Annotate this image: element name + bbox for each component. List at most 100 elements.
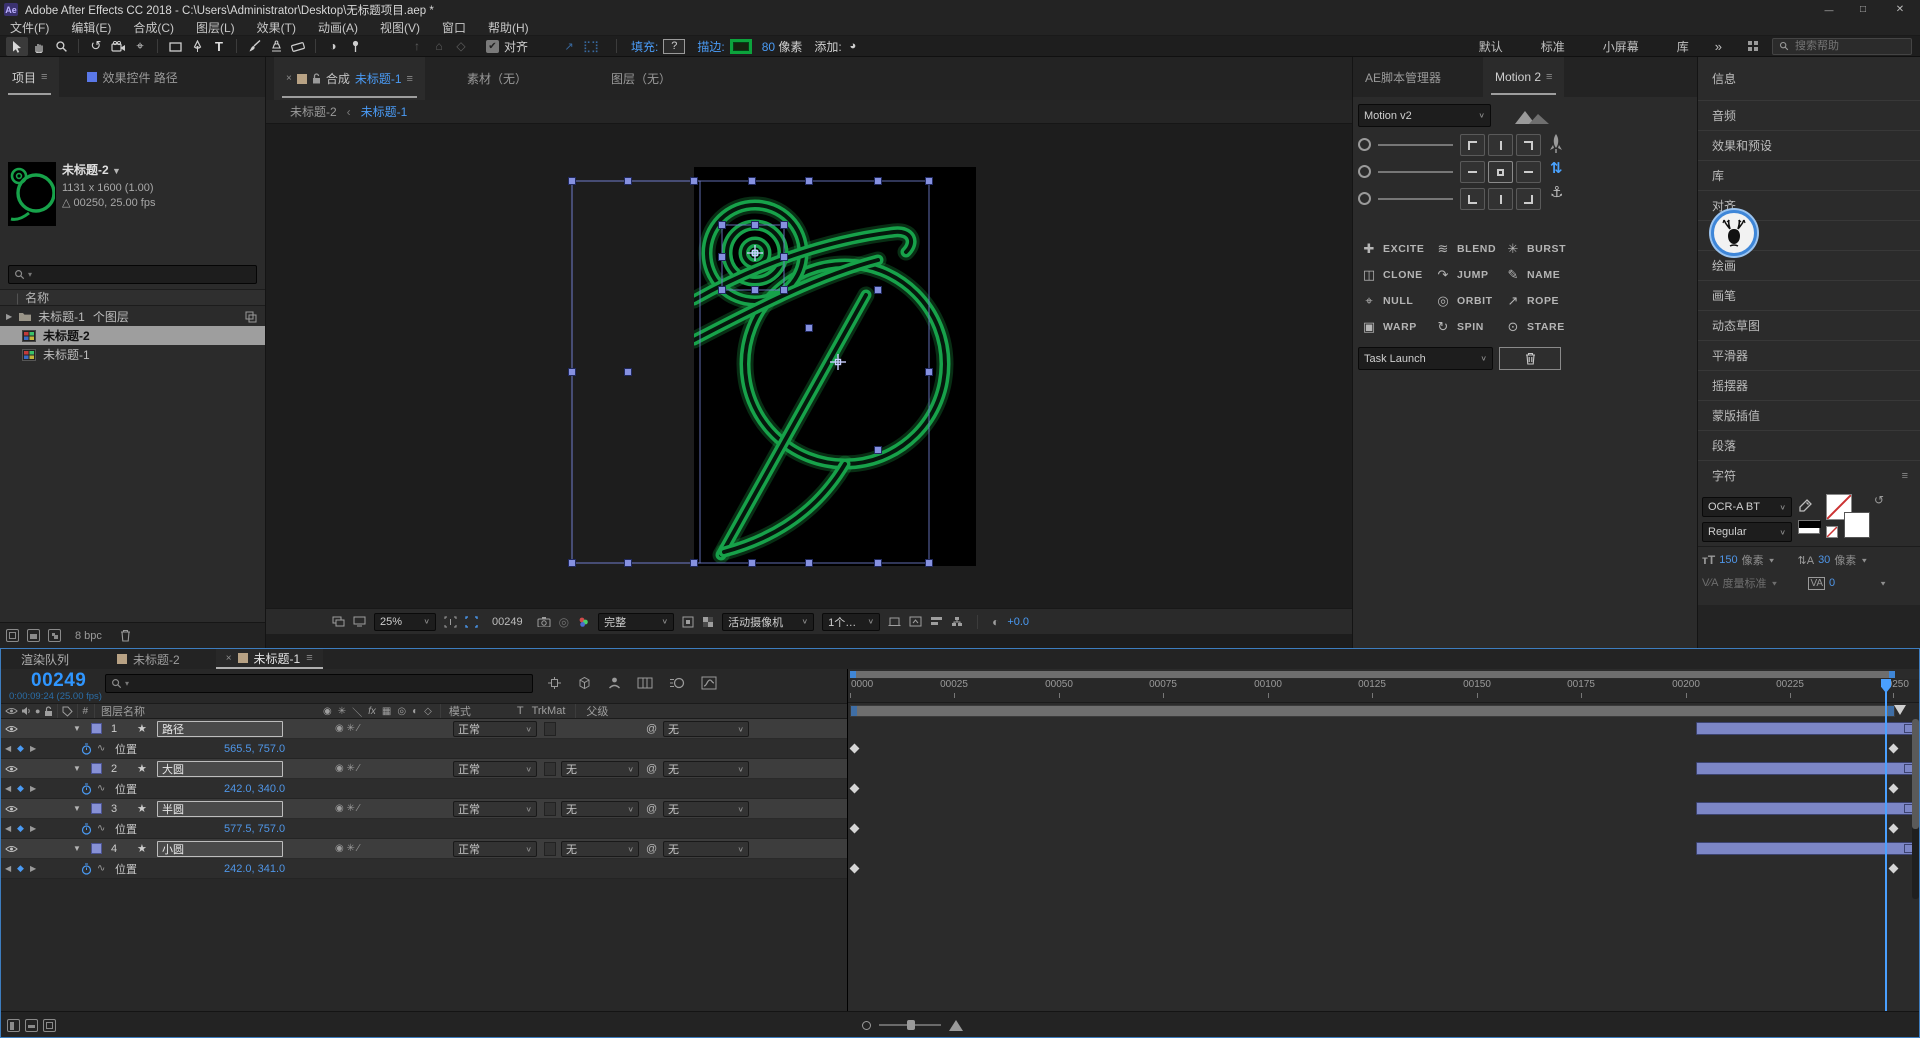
menu-layer[interactable]: 图层(L) bbox=[196, 19, 235, 36]
add-menu-icon[interactable]: ◕ bbox=[842, 37, 864, 56]
graph-icon[interactable]: ∿ bbox=[97, 743, 105, 754]
anchor-bottom-center-button[interactable] bbox=[1488, 188, 1513, 210]
parent-select[interactable]: 无∨ bbox=[663, 761, 749, 777]
warp-button[interactable]: ▣WARP bbox=[1361, 319, 1417, 335]
parent-pickwhip-icon[interactable]: @ bbox=[646, 763, 657, 775]
stroke-swatch[interactable] bbox=[730, 39, 752, 54]
trkmat-select[interactable]: 无∨ bbox=[561, 761, 639, 777]
task-launch-select[interactable]: Task Launch∨ bbox=[1358, 347, 1493, 370]
marquee-icon[interactable]: ⣏⣹ bbox=[580, 37, 602, 56]
burst-button[interactable]: ✳BURST bbox=[1505, 241, 1566, 257]
panel-audio[interactable]: 音频 bbox=[1698, 100, 1920, 130]
layer-row-3[interactable]: ▼ 3 ★ 半圆 ◉ ✳ ∕ 正常∨ 无∨ @ 无∨ bbox=[1, 799, 847, 819]
minimize-button[interactable]: — bbox=[1812, 0, 1846, 19]
property-value[interactable]: 577.5, 757.0 bbox=[224, 823, 285, 835]
excite-button[interactable]: ✚EXCITE bbox=[1361, 241, 1425, 257]
motion-trash-button[interactable] bbox=[1499, 347, 1561, 370]
project-row-comp2-selected[interactable]: 未标题-2 bbox=[0, 326, 265, 345]
always-preview-icon[interactable] bbox=[332, 616, 345, 627]
expander-icon[interactable]: ▼ bbox=[73, 844, 81, 853]
property-value[interactable]: 242.0, 340.0 bbox=[224, 783, 285, 795]
rocket-icon[interactable] bbox=[1549, 133, 1563, 155]
draft3d-icon[interactable] bbox=[577, 676, 592, 690]
breadcrumb-current[interactable]: 未标题-1 bbox=[361, 103, 408, 120]
expander-icon[interactable]: ▼ bbox=[73, 804, 81, 813]
timeline-h-scrollbar[interactable] bbox=[850, 671, 1895, 678]
panel-wiggler[interactable]: 摇摆器 bbox=[1698, 370, 1920, 400]
layer-row-1[interactable]: ▼ 1 ★ 路径 ◉ ✳ ∕ 正常∨ @ 无∨ bbox=[1, 719, 847, 739]
workspace-grid-icon[interactable] bbox=[1742, 37, 1764, 56]
frame-blending-icon[interactable] bbox=[637, 676, 653, 690]
project-row-folder[interactable]: ▶ 未标题-1 个图层 bbox=[0, 307, 265, 326]
tab-footage[interactable]: 素材（无） bbox=[455, 57, 539, 100]
flowchart-icon[interactable] bbox=[951, 616, 963, 627]
bw-swatch[interactable] bbox=[1798, 520, 1820, 534]
expand-inout-icon[interactable] bbox=[43, 1019, 56, 1032]
keyframe-toggle-icon[interactable]: ◆ bbox=[17, 863, 24, 874]
keyframe-toggle-icon[interactable]: ◆ bbox=[17, 823, 24, 834]
parent-pickwhip-icon[interactable]: @ bbox=[646, 803, 657, 815]
keyframe-icon[interactable] bbox=[850, 784, 860, 794]
magnification-select[interactable]: 25%∨ bbox=[374, 613, 436, 631]
stroke-color-swatch[interactable] bbox=[1844, 512, 1870, 538]
anchor-bottom-left-button[interactable] bbox=[1460, 188, 1485, 210]
resolution-select[interactable]: 完整∨ bbox=[598, 613, 674, 631]
panel-effects-presets[interactable]: 效果和预设 bbox=[1698, 130, 1920, 160]
keyframe-icon[interactable] bbox=[850, 864, 860, 874]
slider-2[interactable] bbox=[1358, 164, 1458, 180]
eye-icon[interactable] bbox=[5, 765, 18, 773]
panel-paragraph[interactable]: 段落 bbox=[1698, 430, 1920, 460]
new-folder-icon[interactable] bbox=[27, 629, 40, 642]
roto-brush-tool[interactable]: ◑ bbox=[322, 37, 344, 56]
expander-icon[interactable]: ▼ bbox=[73, 764, 81, 773]
property-row-1[interactable]: ◀ ◆ ▶ ∿ 位置 565.5, 757.0 bbox=[1, 739, 847, 759]
name-column-header[interactable]: 名称 bbox=[25, 289, 49, 306]
help-search-input[interactable] bbox=[1795, 40, 1895, 52]
tab-composition[interactable]: × 合成 未标题-1 ≡ bbox=[274, 57, 425, 100]
blend-mode-select[interactable]: 正常∨ bbox=[453, 801, 537, 817]
layer-row-4[interactable]: ▼ 4 ★ 小圆 ◉ ✳ ∕ 正常∨ 无∨ @ 无∨ bbox=[1, 839, 847, 859]
parent-pickwhip-icon[interactable]: @ bbox=[646, 843, 657, 855]
spin-button[interactable]: ↻SPIN bbox=[1435, 319, 1484, 335]
timeline-button-icon[interactable] bbox=[930, 616, 943, 627]
camera-select[interactable]: 活动摄像机∨ bbox=[722, 613, 814, 631]
close-button[interactable]: ✕ bbox=[1880, 0, 1920, 19]
timeline-search-box[interactable]: ▾ bbox=[105, 674, 533, 693]
prev-keyframe-icon[interactable]: ◀ bbox=[5, 744, 11, 753]
show-snapshot-icon[interactable]: ◎ bbox=[559, 615, 569, 629]
tab-project[interactable]: 项目≡ bbox=[0, 57, 59, 97]
panel-info[interactable]: 信息 bbox=[1698, 57, 1920, 100]
keyframe-toggle-icon[interactable]: ◆ bbox=[17, 783, 24, 794]
show-channel-icon[interactable] bbox=[577, 616, 590, 628]
motion-blur-icon[interactable] bbox=[669, 676, 685, 690]
workspace-library[interactable]: 库 bbox=[1677, 38, 1689, 55]
prev-keyframe-icon[interactable]: ◀ bbox=[5, 784, 11, 793]
name-button[interactable]: ✎NAME bbox=[1505, 267, 1560, 283]
viewer-frame-field[interactable]: 00249 bbox=[492, 616, 523, 628]
property-name[interactable]: 位置 bbox=[115, 741, 137, 757]
property-name[interactable]: 位置 bbox=[115, 861, 137, 877]
mountains-icon[interactable] bbox=[1513, 107, 1551, 125]
flag-dropdown-icon[interactable]: ▼ bbox=[112, 166, 121, 176]
menu-effect[interactable]: 效果(T) bbox=[257, 19, 296, 36]
fast-previews-icon[interactable] bbox=[682, 616, 694, 628]
tab-motion2[interactable]: Motion 2≡ bbox=[1483, 57, 1564, 97]
layer-name[interactable]: 小圆 bbox=[157, 841, 283, 857]
keyframe-icon[interactable] bbox=[1889, 824, 1899, 834]
menu-file[interactable]: 文件(F) bbox=[10, 19, 49, 36]
font-size-value[interactable]: 150 bbox=[1719, 554, 1737, 566]
null-button[interactable]: ⌖NULL bbox=[1361, 293, 1413, 309]
menu-composition[interactable]: 合成(C) bbox=[133, 19, 174, 36]
tab-timeline-comp2[interactable]: 未标题-2 bbox=[117, 651, 180, 668]
property-row-2[interactable]: ◀ ◆ ▶ ∿ 位置 242.0, 340.0 bbox=[1, 779, 847, 799]
leading-dropdown-icon[interactable]: ▼ bbox=[1860, 556, 1868, 563]
parent-pickwhip-icon[interactable]: @ bbox=[646, 723, 657, 735]
anchor-mid-right-button[interactable] bbox=[1516, 161, 1541, 183]
anchor-top-center-button[interactable] bbox=[1488, 134, 1513, 156]
layer-name[interactable]: 半圆 bbox=[157, 801, 283, 817]
layer-name[interactable]: 大圆 bbox=[157, 761, 283, 777]
keyframe-icon[interactable] bbox=[850, 744, 860, 754]
panel-mask-interpolation[interactable]: 蒙版插值 bbox=[1698, 400, 1920, 430]
trkmat-select[interactable]: 无∨ bbox=[561, 841, 639, 857]
puppet-pin-tool[interactable] bbox=[344, 37, 366, 56]
